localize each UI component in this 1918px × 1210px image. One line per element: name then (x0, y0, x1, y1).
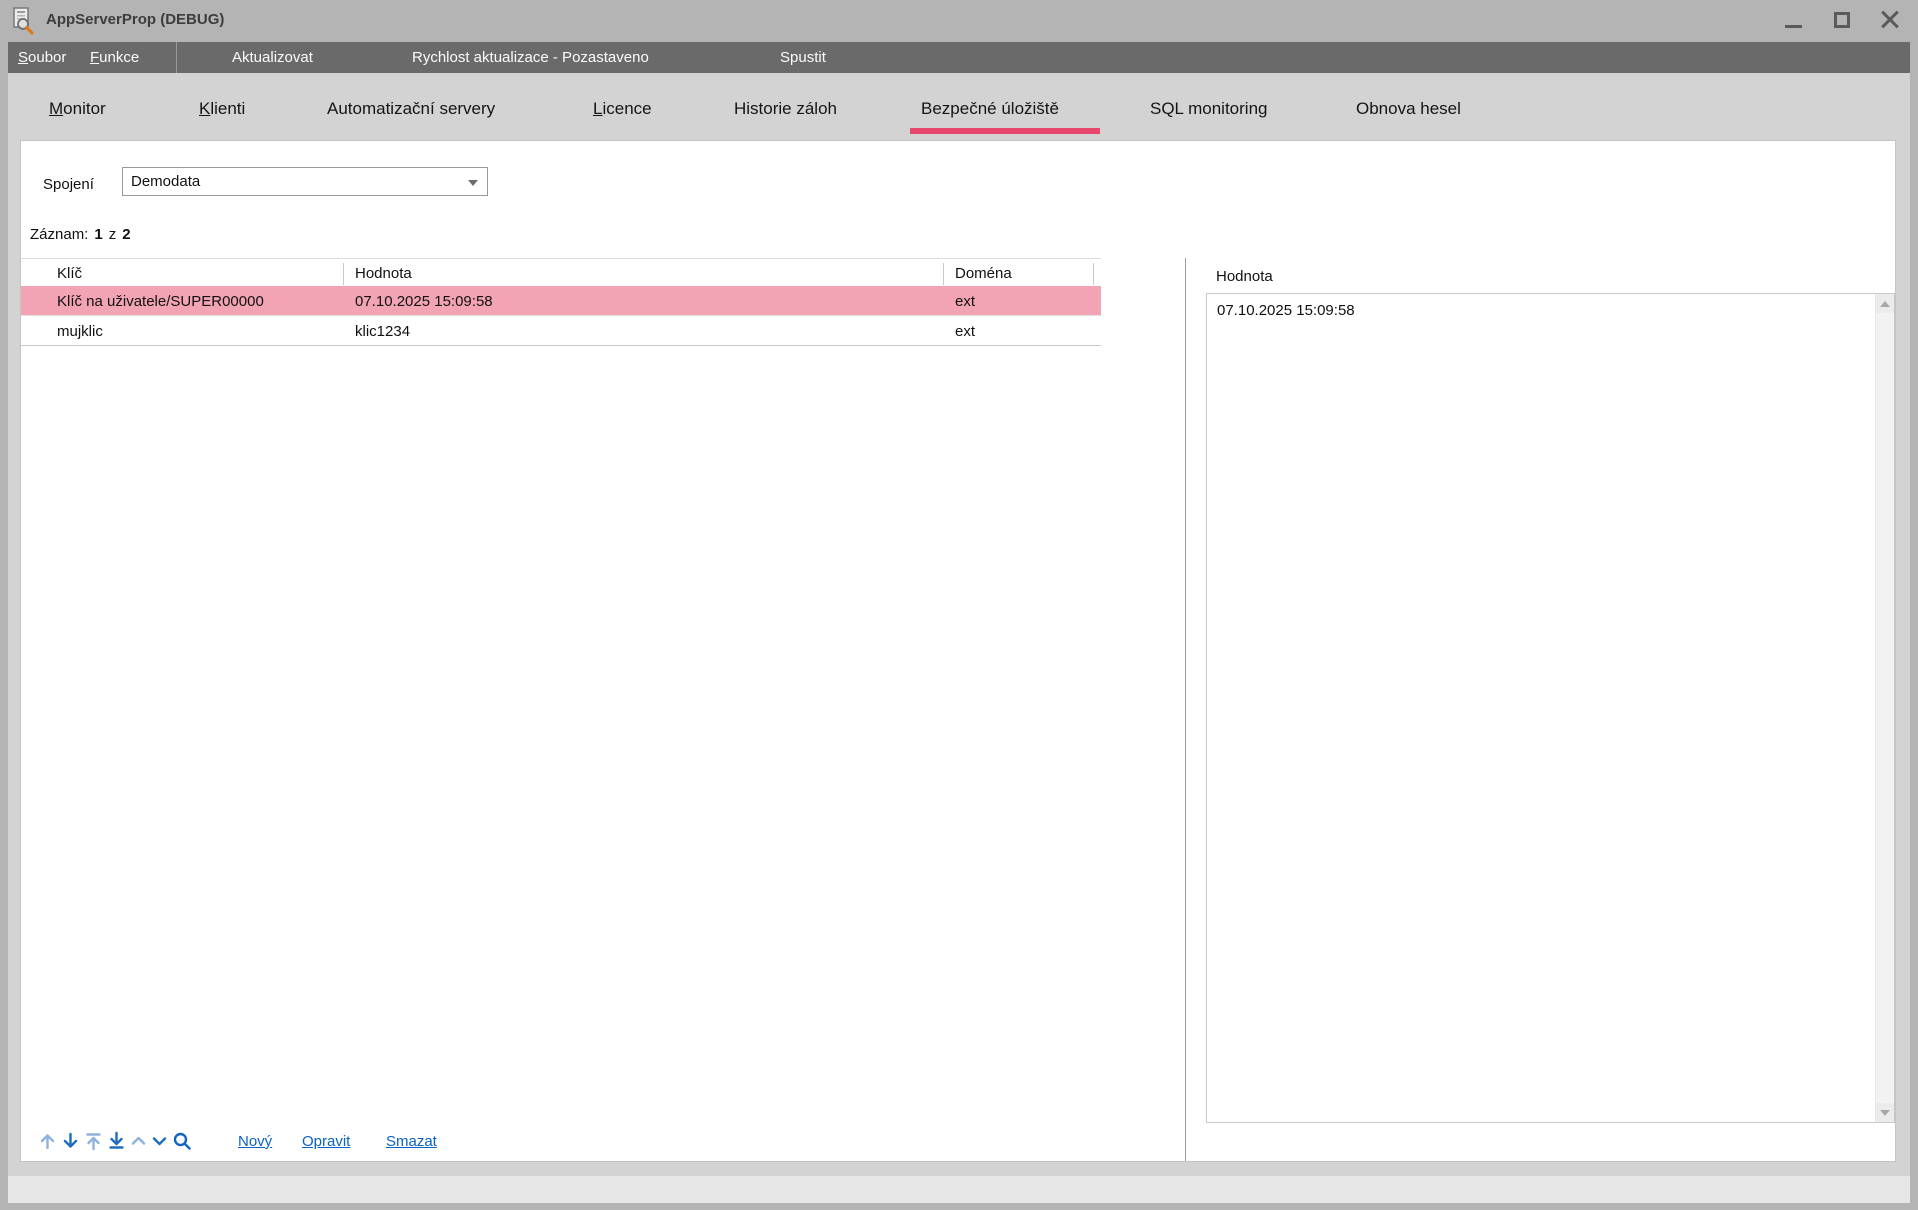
delete-link[interactable]: Smazat (386, 1133, 437, 1150)
key-table: Klíč Hodnota Doména Klíč na uživatele/SU… (21, 258, 1101, 346)
close-button[interactable] (1878, 8, 1902, 32)
cell-domena: ext (955, 323, 975, 340)
scroll-up-icon (1880, 301, 1890, 307)
menu-bar: Soubor Funkce Aktualizovat Rychlost aktu… (8, 42, 1910, 73)
chevron-down-icon[interactable] (150, 1130, 169, 1152)
cell-domena: ext (955, 293, 975, 310)
connection-label: Spojení (43, 176, 94, 193)
column-divider (1093, 263, 1094, 285)
record-navigator (37, 1130, 193, 1152)
tab-monitor[interactable]: Monitor (49, 99, 106, 119)
status-bar (8, 1176, 1910, 1203)
menubar-separator (176, 42, 177, 73)
column-header-domena[interactable]: Doména (955, 265, 1012, 282)
app-icon (10, 7, 37, 35)
table-row[interactable]: Klíč na uživatele/SUPER00000 07.10.2025 … (21, 286, 1101, 316)
title-bar: AppServerProp (DEBUG) (0, 0, 1918, 42)
column-divider (343, 263, 344, 285)
column-header-klic[interactable]: Klíč (57, 265, 82, 282)
cell-klic: Klíč na uživatele/SUPER00000 (57, 293, 264, 310)
cell-hodnota: klic1234 (355, 323, 410, 340)
tab-historie-zaloh[interactable]: Historie záloh (734, 99, 837, 119)
menu-aktualizovat[interactable]: Aktualizovat (232, 42, 313, 73)
menu-soubor[interactable]: Soubor (18, 42, 66, 73)
column-divider (943, 263, 944, 285)
window-controls (1782, 8, 1902, 32)
record-total: 2 (122, 226, 130, 243)
tab-strip: Monitor Klienti Automatizační servery Li… (8, 73, 1910, 140)
record-current: 1 (94, 226, 102, 243)
column-header-hodnota[interactable]: Hodnota (355, 265, 412, 282)
client-area: Monitor Klienti Automatizační servery Li… (8, 73, 1910, 1176)
menu-spustit[interactable]: Spustit (780, 42, 826, 73)
chevron-down-icon (468, 180, 478, 186)
value-text: 07.10.2025 15:09:58 (1207, 294, 1874, 1122)
menu-funkce[interactable]: Funkce (90, 42, 139, 73)
chevron-up-icon[interactable] (129, 1130, 148, 1152)
table-header: Klíč Hodnota Doména (21, 258, 1101, 286)
tab-licence[interactable]: Licence (593, 99, 652, 119)
edit-link[interactable]: Opravit (302, 1133, 350, 1150)
arrow-to-top-icon[interactable] (83, 1130, 104, 1152)
arrow-down-icon[interactable] (60, 1130, 81, 1152)
table-row[interactable]: mujklic klic1234 ext (21, 316, 1101, 346)
arrow-to-bottom-icon[interactable] (106, 1130, 127, 1152)
tab-klienti[interactable]: Klienti (199, 99, 245, 119)
minimize-button[interactable] (1782, 8, 1806, 32)
tab-automatizacni-servery[interactable]: Automatizační servery (327, 99, 495, 119)
tab-sql-monitoring[interactable]: SQL monitoring (1150, 99, 1267, 119)
record-label: Záznam: (30, 226, 88, 243)
main-panel: Spojení Demodata Záznam: 1z2 Klíč Hodnota… (20, 140, 1896, 1162)
connection-select[interactable]: Demodata (122, 167, 488, 196)
detail-header-label: Hodnota (1216, 268, 1273, 285)
connection-selected-value: Demodata (131, 173, 200, 190)
scrollbar[interactable] (1875, 294, 1894, 1122)
cell-hodnota: 07.10.2025 15:09:58 (355, 293, 493, 310)
record-separator: z (109, 226, 117, 243)
arrow-up-icon[interactable] (37, 1130, 58, 1152)
search-icon[interactable] (171, 1130, 193, 1152)
record-counter: Záznam: 1z2 (30, 226, 131, 243)
menu-rychlost-aktualizace[interactable]: Rychlost aktualizace - Pozastaveno (412, 42, 649, 73)
tab-obnova-hesel[interactable]: Obnova hesel (1356, 99, 1461, 119)
tab-bezpecne-uloziste[interactable]: Bezpečné úložiště (921, 99, 1059, 119)
vertical-divider (1185, 258, 1186, 1161)
window-title: AppServerProp (DEBUG) (46, 11, 224, 28)
active-tab-underline (910, 128, 1100, 134)
scroll-up-button[interactable] (1876, 294, 1894, 313)
scroll-down-button[interactable] (1876, 1103, 1894, 1122)
cell-klic: mujklic (57, 323, 103, 340)
new-link[interactable]: Nový (238, 1133, 272, 1150)
value-textarea[interactable]: 07.10.2025 15:09:58 (1206, 293, 1895, 1123)
scroll-down-icon (1880, 1110, 1890, 1116)
maximize-button[interactable] (1830, 8, 1854, 32)
